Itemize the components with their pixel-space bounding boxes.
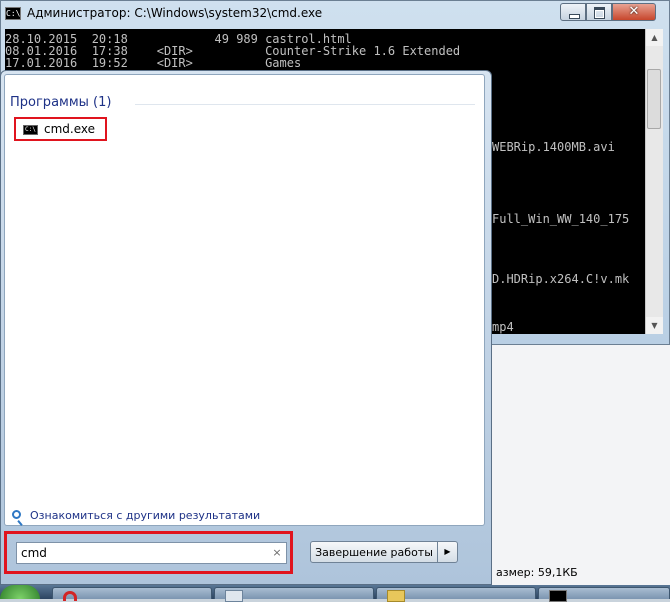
search-results-panel: Программы (1) C:\ cmd.exe Ознакомиться с… [4,74,485,526]
folder-icon [387,590,405,602]
minimize-button[interactable] [560,3,586,21]
cmd-icon [549,590,567,602]
shutdown-button[interactable]: Завершение работы [310,541,438,563]
taskbar-item-cmd[interactable] [538,587,670,602]
taskbar [0,585,670,602]
group-divider [135,104,475,105]
console-line: mp4 [492,320,514,334]
taskbar-item-opera[interactable] [52,587,212,601]
search-box-highlight: × [4,531,293,574]
minimize-icon [569,14,580,19]
opera-icon [63,591,77,601]
result-item-cmd[interactable]: C:\ cmd.exe [14,117,107,141]
close-button[interactable]: ✕ [612,3,656,21]
search-icon [12,510,21,519]
app-icon [225,590,243,602]
close-icon: ✕ [628,4,640,19]
window-title: Администратор: C:\Windows\system32\cmd.e… [27,6,323,20]
maximize-button[interactable] [586,3,612,21]
taskbar-item-folder[interactable] [376,587,536,602]
console-line: 17.01.2016 19:52 <DIR> Games [5,56,302,70]
result-label: cmd.exe [44,122,96,136]
scroll-thumb[interactable] [647,69,661,129]
console-line: D.HDRip.x264.C!v.mk [492,272,630,286]
status-size: азмер: 59,1КБ [496,566,578,579]
cmd-icon: C:\ [23,125,38,135]
maximize-icon [594,7,605,19]
console-line: WEBRip.1400MB.avi [492,140,615,154]
cmd-icon: C:\ [5,7,21,20]
taskbar-item-app[interactable] [214,587,374,602]
console-line: Full_Win_WW_140_175 [492,212,630,226]
more-results-label: Ознакомиться с другими результатами [30,509,261,522]
start-menu: Программы (1) C:\ cmd.exe Ознакомиться с… [0,70,492,585]
window-titlebar[interactable]: C:\ Администратор: C:\Windows\system32\c… [1,1,669,27]
arrow-right-icon[interactable]: ▶ [438,541,458,563]
scroll-up-icon[interactable]: ▲ [646,29,663,46]
results-group-header: Программы (1) [10,95,112,110]
start-button[interactable] [0,585,40,599]
search-input[interactable] [16,542,287,564]
scroll-down-icon[interactable]: ▼ [646,317,663,334]
console-scrollbar[interactable]: ▲ ▼ [645,29,663,334]
clear-icon[interactable]: × [270,545,284,561]
